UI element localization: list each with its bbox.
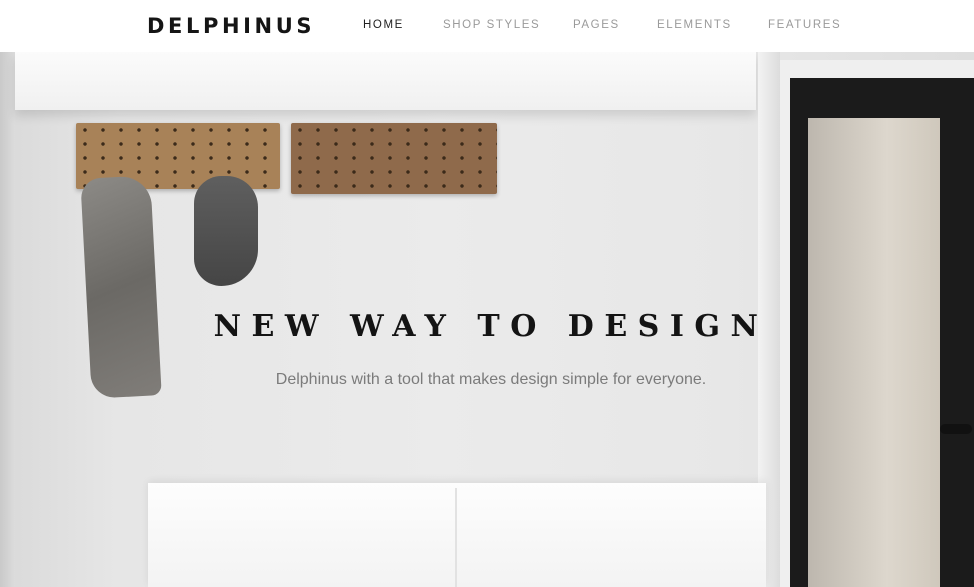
- nav-item-shop-styles[interactable]: SHOP STYLES: [443, 18, 573, 32]
- site-logo[interactable]: DELPHINUS: [147, 13, 315, 39]
- cabinet-divider: [455, 488, 457, 587]
- hanging-cap: [194, 176, 258, 286]
- hero-banner: NEW WAY TO DESIGN Delphinus with a tool …: [0, 52, 974, 587]
- door-glass-panel: [808, 118, 940, 587]
- nav-item-features[interactable]: FEATURES: [768, 18, 841, 32]
- nav-item-home[interactable]: HOME: [363, 18, 443, 32]
- pegboard-right: [291, 123, 497, 194]
- wall-shelf: [15, 52, 756, 110]
- hero-title: NEW WAY TO DESIGN: [213, 309, 769, 344]
- hanging-scarf: [80, 175, 162, 399]
- nav-item-elements[interactable]: ELEMENTS: [657, 18, 768, 32]
- hero-subtitle: Delphinus with a tool that makes design …: [275, 371, 707, 388]
- main-nav: HOME SHOP STYLES PAGES ELEMENTS FEATURES: [363, 18, 841, 32]
- white-cabinet: [148, 483, 766, 587]
- door-handle: [940, 424, 972, 434]
- nav-item-pages[interactable]: PAGES: [573, 18, 657, 32]
- site-header: DELPHINUS HOME SHOP STYLES PAGES ELEMENT…: [0, 0, 974, 52]
